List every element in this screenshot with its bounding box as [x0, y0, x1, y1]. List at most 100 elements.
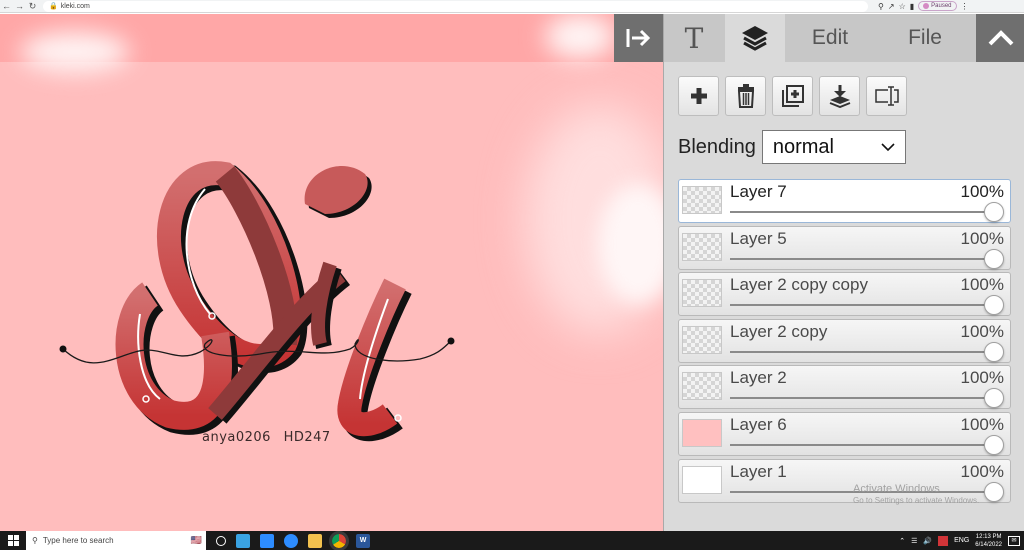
- zoom-icon[interactable]: [260, 533, 274, 548]
- duplicate-icon: [781, 85, 804, 107]
- chevron-up-tray-icon[interactable]: ⌃: [899, 537, 905, 545]
- drawing-canvas[interactable]: anya0206 HD247: [0, 14, 663, 531]
- plus-icon: [690, 88, 707, 104]
- blending-select[interactable]: normal: [761, 130, 906, 164]
- merge-layer-button[interactable]: [819, 76, 860, 116]
- rename-layer-button[interactable]: [866, 76, 907, 116]
- word-icon[interactable]: W: [356, 533, 370, 548]
- hide-ui-button[interactable]: [976, 14, 1024, 62]
- tab-file[interactable]: File: [875, 14, 975, 62]
- merge-down-icon: [829, 85, 850, 108]
- system-tray: ⌃ ☰ 🔊 ENG 12:13 PM 6/14/2022 ✉: [899, 533, 1024, 549]
- lettering-artwork: [59, 161, 455, 442]
- taskbar-search[interactable]: ⚲ Type here to search 🇺🇸: [26, 531, 206, 550]
- layer-opacity: 100%: [960, 182, 1004, 201]
- watermark-title: Activate Windows: [853, 483, 940, 495]
- browser-toolbar: ← → ↻ 🔒 kleki.com ⚲ ↗ ☆ ▮ Paused ⋮: [0, 0, 1024, 13]
- opacity-slider-handle[interactable]: [984, 248, 1004, 269]
- tab-edit[interactable]: Edit: [785, 14, 875, 62]
- layer-item[interactable]: Layer 2 copy 100%: [678, 318, 1011, 363]
- back-icon[interactable]: ←: [0, 0, 13, 12]
- opacity-slider[interactable]: [730, 350, 994, 353]
- flag-icon: 🇺🇸: [190, 535, 202, 545]
- opacity-slider-handle[interactable]: [984, 434, 1004, 455]
- network-icon[interactable]: ☰: [911, 537, 917, 545]
- layer-thumbnail: [682, 186, 722, 214]
- tab-layers[interactable]: [725, 14, 785, 62]
- task-view-icon[interactable]: [216, 535, 226, 546]
- opacity-slider[interactable]: [730, 304, 994, 307]
- layer-name: Layer 2 copy: [730, 321, 828, 341]
- text-tool-label: T: [684, 21, 704, 55]
- layers-panel: T Edit File Blending normal Layer 7 100%…: [663, 14, 1024, 531]
- layer-thumbnail: [682, 279, 722, 308]
- profile-button[interactable]: Paused: [918, 1, 957, 11]
- language-indicator[interactable]: ENG: [954, 537, 969, 544]
- start-button[interactable]: [0, 531, 26, 550]
- layer-item[interactable]: Layer 7 100%: [678, 179, 1011, 223]
- layer-thumbnail: [682, 325, 722, 354]
- delete-layer-button[interactable]: [725, 76, 766, 116]
- chevron-up-icon: [988, 30, 1013, 46]
- layer-name: Layer 1: [730, 461, 787, 481]
- file-explorer-icon[interactable]: [308, 533, 322, 548]
- tab-text[interactable]: T: [664, 14, 724, 62]
- layer-item[interactable]: Layer 2 100%: [678, 365, 1011, 410]
- layer-item[interactable]: Layer 6 100%: [678, 411, 1011, 456]
- reload-icon[interactable]: ↻: [26, 0, 39, 12]
- toggle-panel-button[interactable]: [614, 14, 663, 62]
- chevron-down-icon: [881, 142, 895, 151]
- menu-icon[interactable]: ⋮: [961, 2, 969, 11]
- add-layer-button[interactable]: [678, 76, 719, 116]
- sidepanel-icon[interactable]: ▮: [910, 2, 914, 11]
- star-icon[interactable]: ☆: [899, 2, 906, 11]
- address-bar[interactable]: 🔒 kleki.com: [43, 0, 868, 12]
- watermark-subtitle: Go to Settings to activate Windows.: [853, 496, 980, 505]
- forward-icon[interactable]: →: [13, 0, 26, 12]
- panel-tabs: T Edit File: [664, 14, 1024, 62]
- zoom-meetings-icon[interactable]: [284, 533, 298, 548]
- opacity-slider[interactable]: [730, 397, 994, 400]
- layer-item[interactable]: Layer 5 100%: [678, 225, 1011, 270]
- layer-opacity: 100%: [960, 275, 1004, 295]
- opacity-slider-handle[interactable]: [984, 341, 1004, 362]
- blending-row: Blending normal: [678, 130, 906, 164]
- layer-thumbnail: [682, 232, 722, 261]
- share-icon[interactable]: ↗: [888, 2, 895, 11]
- layer-item[interactable]: Layer 2 copy copy 100%: [678, 272, 1011, 317]
- avatar: [923, 3, 930, 9]
- rename-icon: [874, 86, 899, 106]
- opacity-slider-handle[interactable]: [984, 481, 1004, 502]
- lock-icon: 🔒: [49, 3, 58, 10]
- tab-file-label: File: [908, 26, 942, 49]
- collapse-arrow-icon: [626, 29, 650, 47]
- clock[interactable]: 12:13 PM 6/14/2022: [975, 533, 1002, 549]
- app-tray-icon[interactable]: [938, 535, 949, 546]
- windows-taskbar: ⚲ Type here to search 🇺🇸 W ⌃ ☰ 🔊 ENG 12:…: [0, 530, 1024, 550]
- volume-icon[interactable]: 🔊: [923, 537, 932, 545]
- opacity-slider-handle[interactable]: [984, 295, 1004, 316]
- layer-opacity: 100%: [960, 321, 1004, 341]
- tab-edit-label: Edit: [811, 26, 849, 49]
- layer-list: Layer 7 100% Layer 5 100% Layer 2 copy c…: [678, 179, 1011, 505]
- layer-opacity: 100%: [960, 461, 1004, 481]
- profile-status: Paused: [931, 3, 952, 9]
- layer-name: Layer 2: [730, 368, 787, 388]
- opacity-slider[interactable]: [730, 211, 994, 213]
- opacity-slider[interactable]: [730, 443, 994, 446]
- opacity-slider[interactable]: [730, 257, 994, 260]
- clock-date: 6/14/2022: [975, 541, 1002, 548]
- edge-icon[interactable]: [236, 533, 250, 548]
- search-icon: ⚲: [32, 536, 38, 545]
- opacity-slider-handle[interactable]: [984, 202, 1004, 222]
- browser-actions: ⚲ ↗ ☆ ▮ Paused ⋮: [878, 1, 969, 11]
- zoom-icon[interactable]: ⚲: [878, 2, 884, 11]
- layer-opacity: 100%: [960, 414, 1004, 434]
- layer-name: Layer 5: [730, 228, 787, 248]
- opacity-slider-handle[interactable]: [984, 388, 1004, 409]
- trash-icon: [737, 84, 754, 108]
- chrome-icon[interactable]: [329, 530, 349, 550]
- kleki-app: ← → ↻ 🔒 kleki.com ⚲ ↗ ☆ ▮ Paused ⋮ anya0…: [0, 0, 1024, 550]
- duplicate-layer-button[interactable]: [772, 76, 813, 116]
- notification-icon[interactable]: ✉: [1008, 535, 1020, 546]
